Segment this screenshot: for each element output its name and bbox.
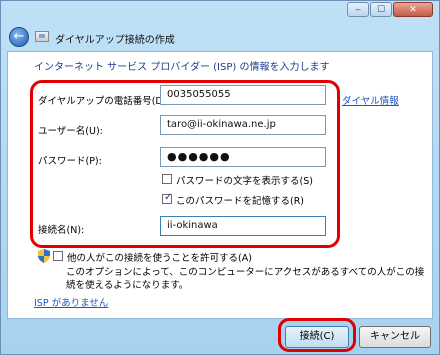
window-title: ダイヤルアップ接続の作成: [55, 35, 175, 46]
cancel-button[interactable]: キャンセル: [359, 326, 431, 348]
phone-number-field[interactable]: 0035055055: [160, 85, 326, 105]
uac-shield-icon: [38, 249, 50, 263]
connection-name-label: 接続名(N):: [38, 225, 85, 236]
no-isp-link[interactable]: ISP がありません: [34, 295, 108, 309]
remember-password-label: このパスワードを記憶する(R): [176, 196, 305, 207]
username-label: ユーザー名(U):: [38, 126, 103, 137]
close-button[interactable]: ✕: [393, 2, 433, 17]
dialup-connection-icon: [35, 31, 49, 42]
allow-others-description: このオプションによって、このコンピューターにアクセスがあるすべての人がこの接続を…: [66, 267, 425, 291]
password-field[interactable]: ●●●●●●: [160, 147, 326, 167]
show-password-checkbox[interactable]: [162, 174, 172, 184]
show-password-label: パスワードの文字を表示する(S): [176, 176, 313, 187]
remember-password-checkbox[interactable]: [162, 192, 172, 204]
allow-others-label: 他の人がこの接続を使うことを許可する(A): [67, 253, 252, 264]
dialing-rules-link[interactable]: ダイヤル情報: [342, 93, 399, 107]
allow-others-checkbox[interactable]: [53, 251, 63, 261]
dialup-wizard-window: ‒ ☐ ✕ ← ダイヤルアップ接続の作成 インターネット サービス プロバイダー…: [0, 0, 440, 355]
highlight-box-connect: [278, 318, 356, 352]
minimize-button[interactable]: ‒: [347, 2, 369, 17]
back-arrow-icon: ←: [13, 29, 25, 44]
window-controls: ‒ ☐ ✕: [347, 2, 433, 17]
maximize-button[interactable]: ☐: [370, 2, 392, 17]
username-field[interactable]: taro@ii-okinawa.ne.jp: [160, 115, 326, 135]
wizard-footer: 接続(C) キャンセル: [1, 319, 439, 355]
back-button[interactable]: ←: [9, 27, 29, 47]
wizard-content: インターネット サービス プロバイダー (ISP) の情報を入力します ダイヤル…: [7, 51, 433, 319]
phone-label: ダイヤルアップの電話番号(D):: [38, 96, 170, 107]
password-label: パスワード(P):: [38, 156, 102, 167]
title-bar: ‒ ☐ ✕: [1, 1, 439, 25]
page-heading: インターネット サービス プロバイダー (ISP) の情報を入力します: [34, 62, 330, 73]
wizard-nav: ← ダイヤルアップ接続の作成: [1, 25, 439, 51]
connection-name-field[interactable]: ii-okinawa: [160, 216, 326, 236]
